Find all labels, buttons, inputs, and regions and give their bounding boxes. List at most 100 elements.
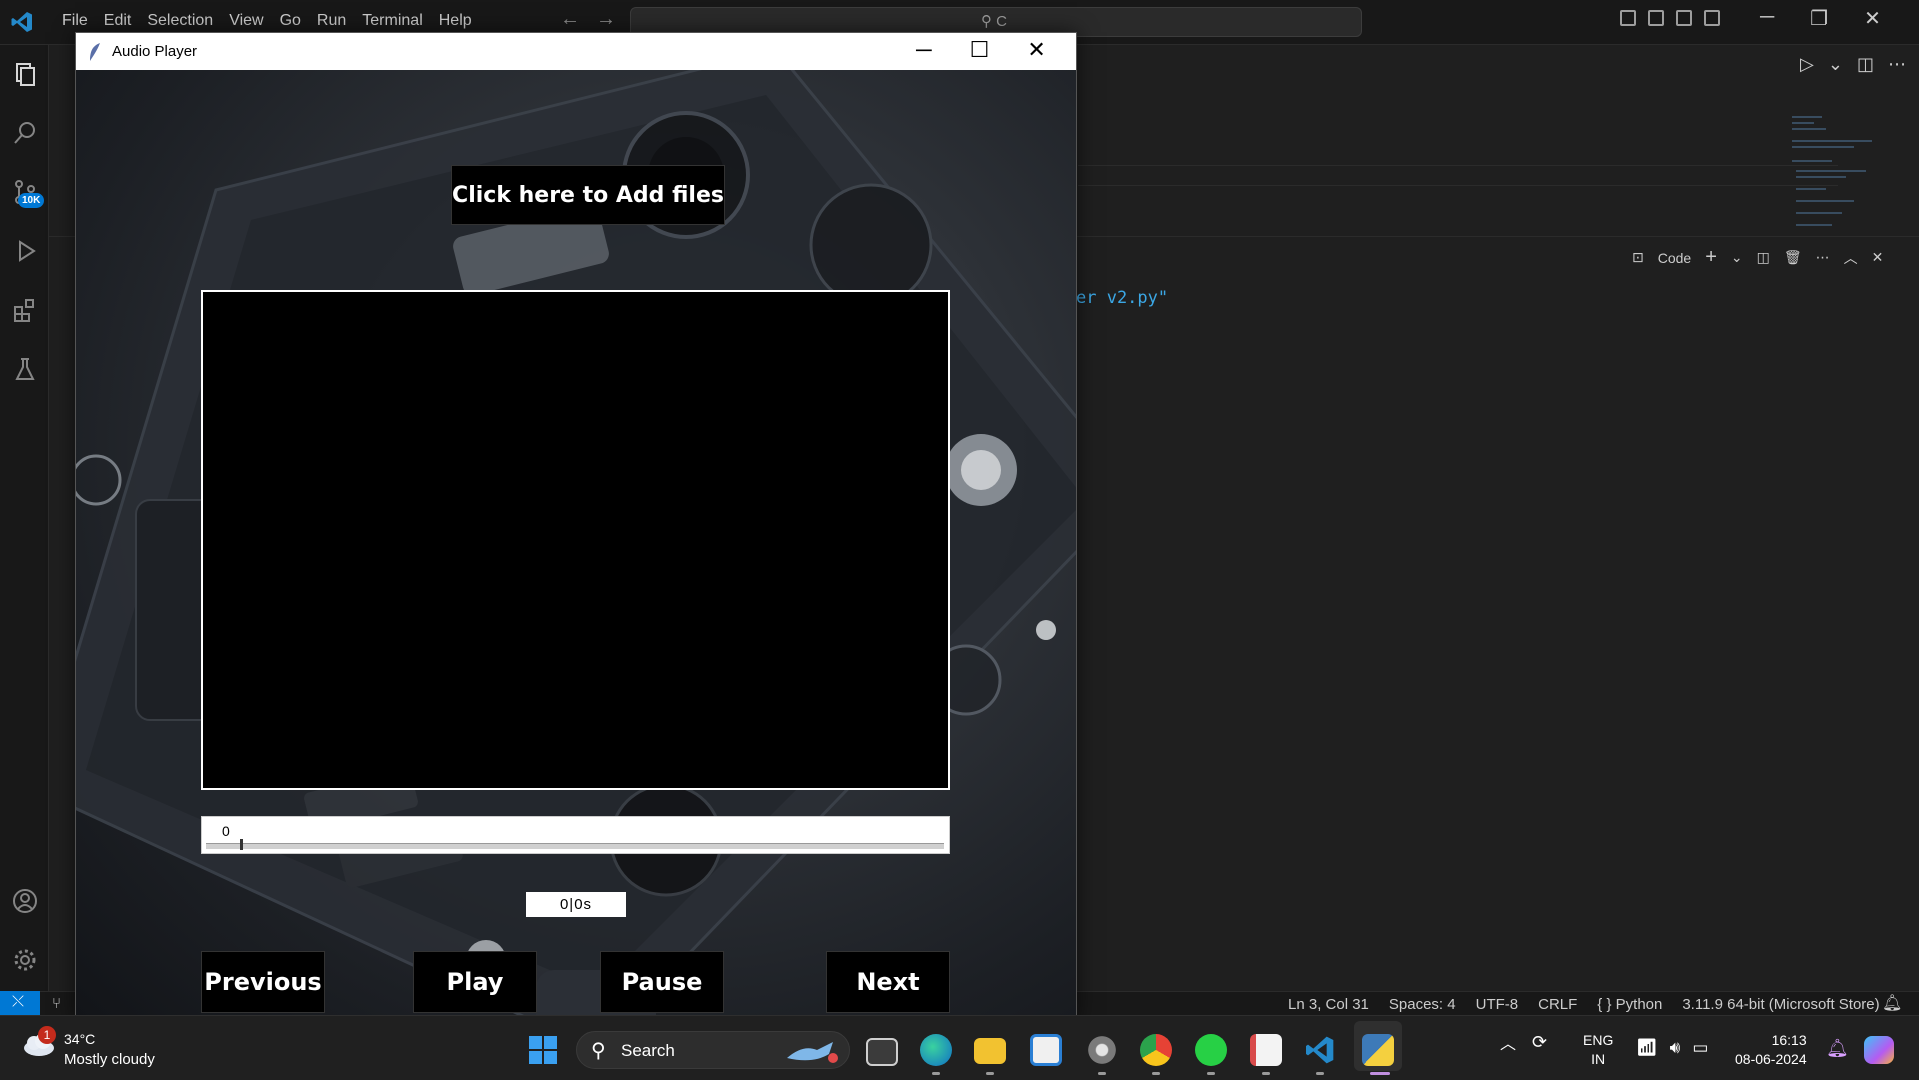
running-indicator: [1207, 1072, 1215, 1075]
run-debug-icon[interactable]: [12, 238, 38, 264]
menu-edit[interactable]: Edit: [96, 10, 140, 32]
layout-controls: [1620, 10, 1720, 26]
notifications-bell-icon[interactable]: 🔔︎: [1882, 993, 1902, 1013]
close-icon[interactable]: ✕: [1027, 37, 1045, 63]
volume-icon: 🔊︎: [1669, 1038, 1681, 1057]
back-arrow-icon[interactable]: ←: [560, 8, 580, 31]
show-hidden-icons-chevron-icon[interactable]: ︿: [1500, 1030, 1516, 1054]
python-icon[interactable]: [1362, 1034, 1394, 1066]
braces-icon: { }: [1597, 996, 1612, 1013]
close-panel-icon[interactable]: ✕: [1872, 249, 1884, 266]
menu-terminal[interactable]: Terminal: [354, 10, 430, 32]
terminal-profile-label[interactable]: Code: [1658, 250, 1691, 266]
notification-bell-icon[interactable]: 🔔︎: [1826, 1038, 1849, 1059]
file-explorer-icon[interactable]: [974, 1038, 1006, 1064]
forward-arrow-icon[interactable]: →: [596, 8, 616, 31]
add-files-button[interactable]: Click here to Add files: [451, 165, 725, 225]
menu-go[interactable]: Go: [272, 10, 309, 32]
menu-selection[interactable]: Selection: [139, 10, 221, 32]
menu-run[interactable]: Run: [309, 10, 354, 32]
audio-player-window: Audio Player ─ ☐ ✕ Click here to Add fil…: [75, 32, 1077, 1022]
terminal-toolbar: ⊡ Code + ⌄ ◫ 🗑 ⋯ ︿ ✕: [1632, 246, 1883, 269]
customize-layout-icon[interactable]: [1704, 10, 1720, 26]
play-button[interactable]: Play: [413, 951, 537, 1013]
tk-feather-icon: [90, 43, 100, 61]
toggle-sidebar-icon[interactable]: [1620, 10, 1636, 26]
vscode-window-controls: ─ ❐ ✕: [1760, 6, 1881, 31]
seek-track[interactable]: [206, 843, 944, 849]
search-icon[interactable]: [12, 120, 38, 146]
terminal-dropdown-icon[interactable]: ⌄: [1731, 249, 1743, 266]
run-file-icon[interactable]: ▷: [1800, 54, 1814, 75]
audio-player-titlebar[interactable]: Audio Player ─ ☐ ✕: [76, 33, 1076, 70]
next-button[interactable]: Next: [826, 951, 950, 1013]
nav-arrows: ← →: [560, 8, 616, 31]
input-language[interactable]: ENG IN: [1583, 1031, 1613, 1069]
menu-view[interactable]: View: [221, 10, 271, 32]
system-clock[interactable]: 16:13 08-06-2024: [1735, 1031, 1807, 1069]
restore-icon[interactable]: ❐: [1810, 6, 1828, 31]
extensions-icon[interactable]: [12, 297, 38, 323]
explorer-icon[interactable]: [12, 61, 38, 87]
running-indicator: [1152, 1072, 1160, 1075]
task-view-icon[interactable]: [866, 1038, 898, 1066]
menu-help[interactable]: Help: [431, 10, 480, 32]
quick-settings[interactable]: 📶︎ 🔊︎ ▭: [1636, 1038, 1708, 1058]
pause-button[interactable]: Pause: [600, 951, 724, 1013]
panel-more-icon[interactable]: ⋯: [1816, 249, 1830, 266]
status-bar-items: Ln 3, Col 31 Spaces: 4 UTF-8 CRLF { } Py…: [1288, 996, 1880, 1013]
edge-icon[interactable]: [920, 1034, 952, 1066]
sync-icon[interactable]: ⟳: [1532, 1032, 1547, 1053]
seek-value: 0: [222, 823, 230, 839]
menu-file[interactable]: File: [54, 10, 96, 32]
weather-description[interactable]: Mostly cloudy: [64, 1051, 155, 1068]
split-editor-icon[interactable]: ◫: [1857, 54, 1874, 75]
kill-terminal-trash-icon[interactable]: 🗑: [1784, 249, 1802, 266]
language-mode[interactable]: { } Python: [1597, 996, 1662, 1013]
python-interpreter[interactable]: 3.11.9 64-bit (Microsoft Store): [1682, 996, 1879, 1013]
encoding[interactable]: UTF-8: [1476, 996, 1519, 1013]
minimap[interactable]: [1790, 110, 1890, 240]
minimize-icon[interactable]: ─: [1760, 6, 1774, 31]
taskbar-search[interactable]: ⚲ Search: [576, 1031, 850, 1069]
toggle-panel-icon[interactable]: [1648, 10, 1664, 26]
chrome-icon[interactable]: [1140, 1034, 1172, 1066]
running-indicator: [1262, 1072, 1270, 1075]
weather-temperature[interactable]: 34°C: [64, 1031, 95, 1047]
command-center-text: ⚲ C: [981, 13, 1008, 30]
vscode-taskbar-icon[interactable]: [1304, 1034, 1336, 1066]
remote-indicator-icon[interactable]: ⤬: [0, 991, 40, 1016]
branch-icon[interactable]: ⑂: [52, 995, 61, 1012]
playlist-box[interactable]: [201, 290, 950, 790]
windows-taskbar: [0, 1015, 1919, 1080]
settings-icon[interactable]: [1086, 1034, 1118, 1066]
windows-start-icon[interactable]: [528, 1035, 558, 1065]
copilot-icon[interactable]: [1864, 1036, 1894, 1064]
testing-icon[interactable]: [12, 356, 38, 382]
run-dropdown-chevron-icon[interactable]: ⌄: [1828, 54, 1843, 75]
maximize-panel-chevron-icon[interactable]: ︿: [1844, 248, 1858, 268]
whatsapp-icon[interactable]: [1195, 1034, 1227, 1066]
new-terminal-icon[interactable]: +: [1705, 246, 1717, 269]
split-terminal-icon[interactable]: ◫: [1757, 249, 1770, 266]
more-actions-icon[interactable]: ⋯: [1888, 54, 1906, 75]
toggle-secondary-sidebar-icon[interactable]: [1676, 10, 1692, 26]
manage-gear-icon[interactable]: [12, 947, 38, 973]
activity-bar: [0, 45, 49, 991]
accounts-icon[interactable]: [12, 888, 38, 914]
maximize-icon[interactable]: ☐: [970, 37, 990, 63]
terminal-output[interactable]: er v2.py": [1076, 288, 1168, 308]
editor-actions: ▷ ⌄ ◫ ⋯: [1800, 54, 1906, 75]
snipping-tool-icon[interactable]: [1250, 1034, 1282, 1066]
minimize-icon[interactable]: ─: [916, 37, 932, 63]
line-endings[interactable]: CRLF: [1538, 996, 1577, 1013]
vscode-logo-icon[interactable]: [10, 10, 34, 34]
seek-slider-handle[interactable]: [240, 839, 243, 850]
search-icon: ⚲: [591, 1040, 606, 1062]
close-icon[interactable]: ✕: [1864, 6, 1881, 31]
indentation[interactable]: Spaces: 4: [1389, 996, 1456, 1013]
store-icon[interactable]: [1030, 1034, 1062, 1066]
cursor-position[interactable]: Ln 3, Col 31: [1288, 996, 1369, 1013]
previous-button[interactable]: Previous: [201, 951, 325, 1013]
seek-scale[interactable]: 0: [201, 816, 950, 854]
